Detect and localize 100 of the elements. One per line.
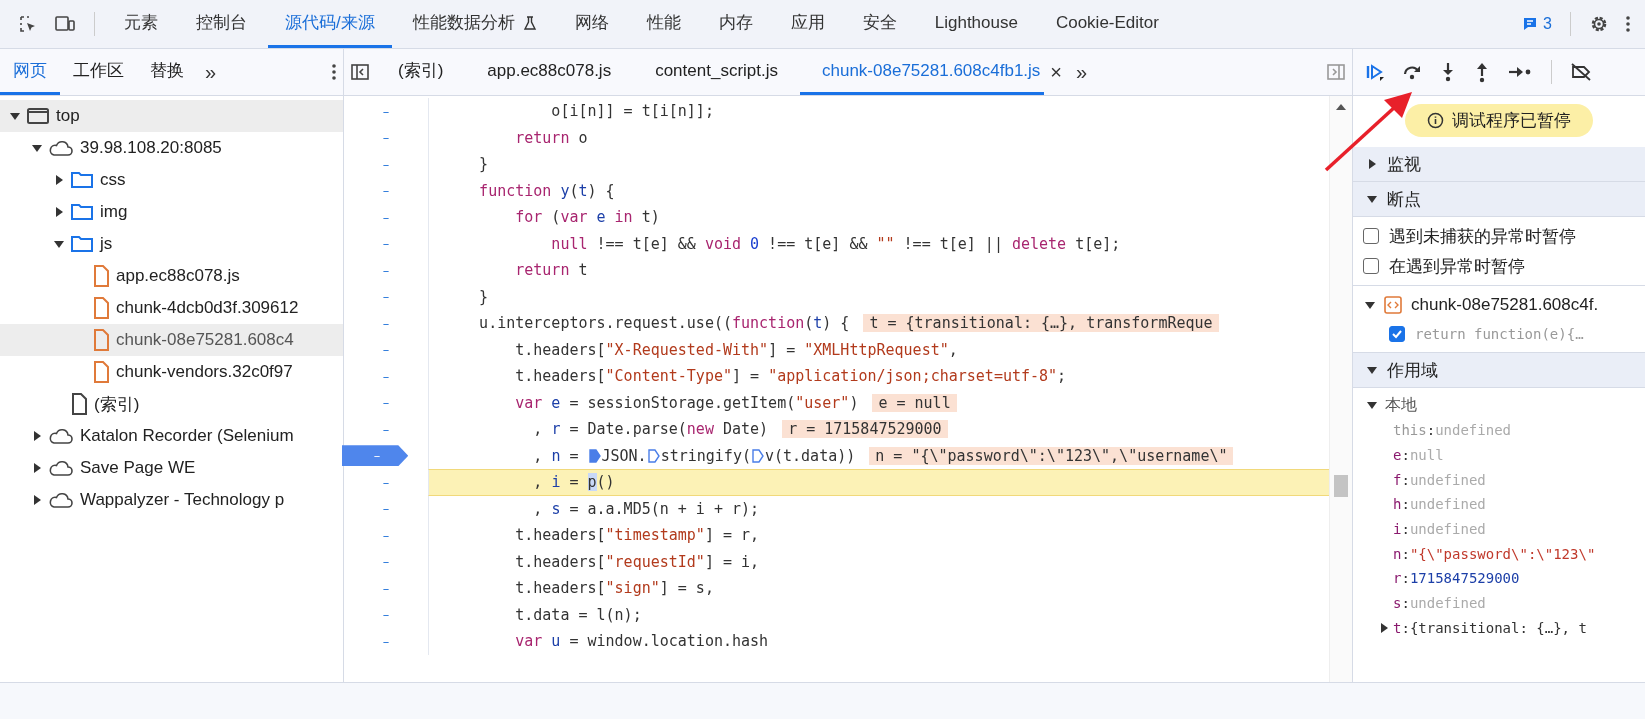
panel-tab[interactable]: 安全	[845, 0, 914, 48]
code-text: t.data = l(n);	[514, 605, 642, 624]
collapsed-triangle-icon[interactable]	[1379, 622, 1389, 633]
step-marker-outline-icon[interactable]	[751, 448, 764, 463]
tree-item-label: top	[56, 106, 80, 126]
collapsed-triangle-icon[interactable]	[54, 175, 64, 185]
navigator-tab[interactable]: 网页	[0, 49, 60, 95]
scope-variable: t:{transitional: {…}, t	[1393, 619, 1587, 636]
tree-item-label: css	[100, 170, 126, 190]
checkbox[interactable]	[1389, 326, 1405, 342]
collapsed-triangle-icon[interactable]	[32, 495, 42, 505]
code-text: , r = Date.parse(new Date)	[532, 420, 769, 439]
file-tab[interactable]: chunk-08e75281.608c4fb1.js	[800, 49, 1045, 95]
tree-item[interactable]: app.ec88c078.js	[0, 260, 343, 292]
checkbox[interactable]	[1363, 258, 1379, 274]
line-number: –	[381, 341, 391, 360]
line-number: –	[381, 553, 391, 572]
scope-variable: e:null	[1393, 447, 1444, 464]
tree-item-label: img	[100, 202, 128, 222]
collapsed-triangle-icon[interactable]	[32, 463, 42, 473]
file-tab[interactable]: content_script.js	[633, 49, 800, 95]
code-text: function y(t) {	[478, 181, 615, 200]
tree-item[interactable]: Katalon Recorder (Selenium	[0, 420, 343, 452]
navigator-tab[interactable]: 替换	[137, 49, 197, 95]
code-text: t.headers["requestId"] = i,	[514, 552, 760, 571]
inline-value: n = "{\"password\":\"123\",\"username\"	[869, 446, 1234, 465]
expanded-triangle-icon[interactable]	[10, 111, 20, 121]
code-text: return o	[514, 128, 588, 147]
more-tabs-button[interactable]: »	[197, 60, 225, 84]
checkbox-label[interactable]: 遇到未捕获的异常时暂停	[1389, 224, 1576, 248]
line-number: –	[381, 288, 391, 307]
line-number: –	[381, 155, 391, 174]
tree-item[interactable]: chunk-08e75281.608c4	[0, 324, 343, 356]
scope-variable: s:undefined	[1393, 595, 1486, 612]
tree-item-label: Save Page WE	[80, 458, 196, 478]
scrollbar[interactable]	[1329, 96, 1352, 682]
tree-item[interactable]: 39.98.108.20:8085	[0, 132, 343, 164]
tree-item[interactable]: (索引)	[0, 388, 343, 420]
collapsed-triangle-icon[interactable]	[32, 431, 42, 441]
tree-item[interactable]: css	[0, 164, 343, 196]
tree-item-label: Wappalyzer - Technology p	[80, 490, 285, 510]
breakpoint-marker[interactable]: –	[341, 445, 409, 467]
section-title[interactable]: 断点	[1387, 187, 1421, 211]
line-number: –	[381, 579, 391, 598]
panel-tab[interactable]: 控制台	[179, 0, 264, 48]
code-text: , i = p()	[532, 473, 615, 492]
expanded-triangle-icon[interactable]	[1365, 300, 1375, 310]
collapsed-triangle-icon[interactable]	[1367, 159, 1377, 169]
collapsed-triangle-icon[interactable]	[54, 207, 64, 217]
issues-count[interactable]: 3	[1543, 15, 1552, 33]
code-text: , n =	[532, 446, 580, 465]
section-title[interactable]: 监视	[1387, 152, 1421, 176]
panel-tab[interactable]: 内存	[701, 0, 770, 48]
tree-item[interactable]: top	[0, 100, 343, 132]
navigator-tab[interactable]: 工作区	[60, 49, 137, 95]
expanded-triangle-icon[interactable]	[32, 143, 42, 153]
tree-item-label: chunk-vendors.32c0f97	[116, 362, 293, 382]
panel-tab[interactable]: 性能数据分析	[395, 0, 554, 48]
tree-item[interactable]: chunk-vendors.32c0f97	[0, 356, 343, 388]
checkbox[interactable]	[1363, 228, 1379, 244]
expanded-triangle-icon[interactable]	[1367, 194, 1377, 204]
tree-item[interactable]: Wappalyzer - Technology p	[0, 484, 343, 516]
panel-tab[interactable]: Cookie-Editor	[1038, 0, 1176, 48]
line-number: –	[381, 102, 391, 121]
tree-item-label: chunk-08e75281.608c4	[116, 330, 294, 350]
tree-item[interactable]: js	[0, 228, 343, 260]
step-marker-outline-icon[interactable]	[647, 448, 660, 463]
tree-item[interactable]: img	[0, 196, 343, 228]
scope-variable: r:1715847529000	[1393, 570, 1520, 587]
tree-item[interactable]: chunk-4dcb0d3f.309612	[0, 292, 343, 324]
panel-tab[interactable]: 元素	[107, 0, 175, 48]
line-number: –	[381, 500, 391, 519]
checkbox-label[interactable]: 在遇到异常时暂停	[1389, 254, 1525, 278]
line-number: –	[381, 420, 391, 439]
tree-item[interactable]: Save Page WE	[0, 452, 343, 484]
close-tab-button[interactable]: ×	[1044, 60, 1069, 84]
file-tab[interactable]: app.ec88c078.js	[465, 49, 634, 95]
line-number: –	[381, 261, 391, 280]
expanded-triangle-icon[interactable]	[1367, 400, 1377, 410]
scope-title[interactable]: 本地	[1385, 394, 1417, 416]
tree-item-label: chunk-4dcb0d3f.309612	[116, 298, 299, 318]
breakpoint-file-name[interactable]: chunk-08e75281.608c4f.	[1411, 295, 1599, 315]
step-marker-filled-icon[interactable]	[588, 448, 601, 463]
line-number: –	[381, 235, 391, 254]
line-number: –	[381, 182, 391, 201]
tree-item-label: (索引)	[94, 393, 140, 416]
expanded-triangle-icon[interactable]	[54, 239, 64, 249]
message-icon[interactable]	[1522, 16, 1539, 32]
more-tabs-button[interactable]: »	[1068, 60, 1096, 84]
file-tab[interactable]: (索引)	[376, 49, 466, 95]
panel-tab[interactable]: Lighthouse	[917, 0, 1035, 48]
section-title[interactable]: 作用域	[1387, 358, 1438, 382]
panel-tab[interactable]: 应用	[773, 0, 842, 48]
panel-tab[interactable]: 性能	[629, 0, 698, 48]
code-text: for (var e in t)	[514, 208, 660, 227]
scope-variable: this:undefined	[1393, 422, 1511, 439]
code-text: t.headers["Content-Type"] = "application/json;charset=utf-8";	[514, 367, 1067, 386]
scope-variable: h:undefined	[1393, 496, 1486, 513]
panel-tab[interactable]: 网络	[557, 0, 626, 48]
expanded-triangle-icon[interactable]	[1367, 365, 1377, 375]
